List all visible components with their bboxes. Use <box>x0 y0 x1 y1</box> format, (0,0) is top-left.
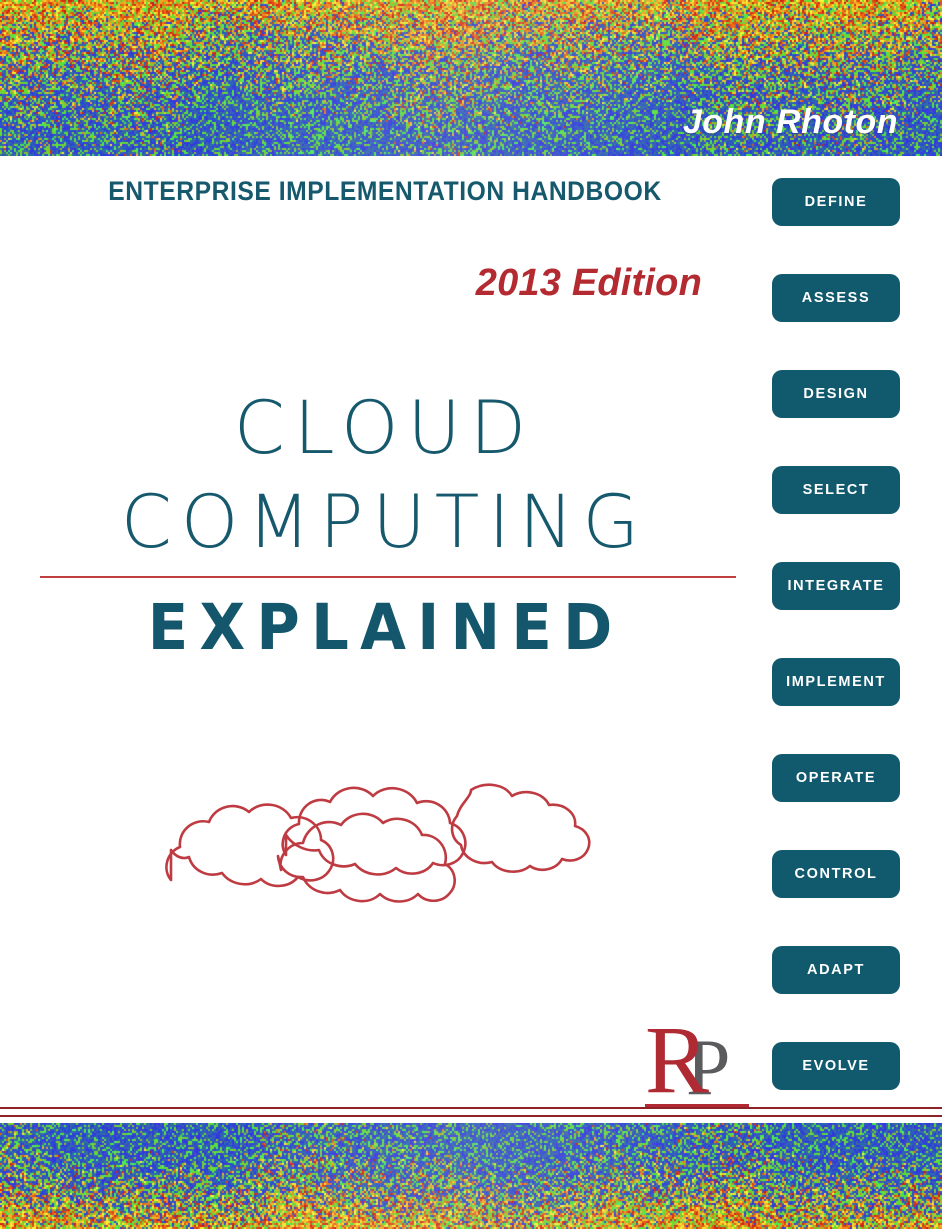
author-name: John Rhoton <box>682 103 898 141</box>
clouds-icon <box>165 783 591 903</box>
title-block: CLOUD COMPUTING EXPLAINED <box>0 386 760 664</box>
badge-evolve[interactable]: EVOLVE <box>772 1042 900 1090</box>
bottom-rule-upper <box>0 1107 942 1109</box>
publisher-logo: P R <box>645 1012 755 1108</box>
badge-assess[interactable]: ASSESS <box>772 274 900 322</box>
badge-control[interactable]: CONTROL <box>772 850 900 898</box>
process-step-badges: DEFINE ASSESS DESIGN SELECT INTEGRATE IM… <box>772 178 900 1090</box>
book-cover: John Rhoton ENTERPRISE IMPLEMENTATION HA… <box>0 0 942 1229</box>
badge-operate[interactable]: OPERATE <box>772 754 900 802</box>
title-divider-rule <box>40 576 736 578</box>
bottom-band-texture <box>0 1123 942 1229</box>
badge-define[interactable]: DEFINE <box>772 178 900 226</box>
badge-adapt[interactable]: ADAPT <box>772 946 900 994</box>
title-line-1: CLOUD <box>233 386 536 471</box>
title-emphasis: EXPLAINED <box>147 590 624 664</box>
bottom-rule-lower <box>0 1115 942 1117</box>
badge-integrate[interactable]: INTEGRATE <box>772 562 900 610</box>
cover-subtitle: ENTERPRISE IMPLEMENTATION HANDBOOK <box>108 176 662 206</box>
edition-label: 2013 Edition <box>475 262 702 304</box>
bottom-decorative-band <box>0 1123 942 1229</box>
badge-design[interactable]: DESIGN <box>772 370 900 418</box>
logo-underline <box>645 1104 749 1107</box>
badge-select[interactable]: SELECT <box>772 466 900 514</box>
logo-letter-r: R <box>645 1006 710 1113</box>
title-line-2: COMPUTING <box>120 480 649 566</box>
badge-implement[interactable]: IMPLEMENT <box>772 658 900 706</box>
cloud-illustration <box>155 712 625 927</box>
